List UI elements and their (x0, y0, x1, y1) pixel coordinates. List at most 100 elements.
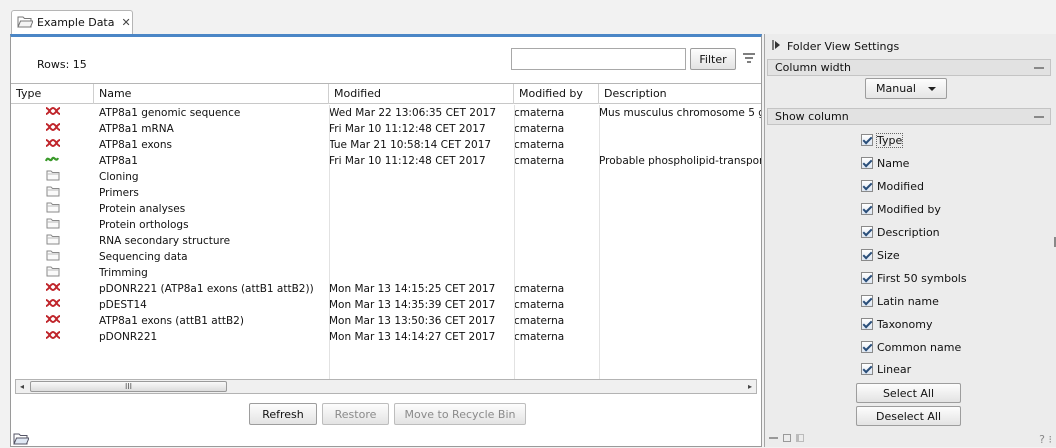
column-header-modified[interactable]: Modified (329, 84, 514, 104)
show-column-description[interactable]: Description (861, 224, 940, 240)
settings-header[interactable]: Folder View Settings (772, 40, 899, 53)
type-cell (11, 313, 94, 329)
show-column-name[interactable]: Name (861, 155, 909, 171)
dna-sequence-icon (45, 121, 61, 137)
name-cell: ATP8a1 exons (99, 139, 172, 151)
scroll-right-arrow-icon[interactable]: ▸ (744, 380, 756, 393)
type-cell (11, 281, 94, 297)
column-header-name[interactable]: Name (94, 84, 329, 104)
description-cell (599, 169, 761, 185)
show-column-section[interactable]: Show column (767, 108, 1051, 125)
minimize-icon[interactable] (1034, 67, 1044, 69)
show-column-modified[interactable]: Modified (861, 178, 924, 194)
window-icon[interactable] (783, 434, 791, 442)
table-row[interactable]: Protein analyses (11, 201, 761, 217)
horizontal-scrollbar[interactable]: ◂ III ▸ (15, 379, 757, 394)
column-header-description[interactable]: Description (599, 84, 761, 104)
show-column-first-50-symbols[interactable]: First 50 symbols (861, 270, 967, 286)
checkbox-checked-icon[interactable] (861, 295, 873, 307)
checkbox-checked-icon[interactable] (861, 226, 873, 238)
dna-sequence-icon (45, 329, 61, 345)
checkbox-checked-icon[interactable] (861, 272, 873, 284)
show-column-common-name[interactable]: Common name (861, 339, 961, 355)
filter-options-icon[interactable] (743, 50, 755, 66)
folder-icon (46, 265, 60, 281)
description-cell (599, 329, 761, 345)
scrollbar-thumb[interactable]: III (30, 381, 227, 392)
description-cell: Mus musculus chromosome 5 gen (599, 107, 761, 119)
pin-icon[interactable] (796, 434, 804, 442)
modified-by-cell (514, 217, 596, 233)
checkbox-checked-icon[interactable] (861, 157, 873, 169)
collapse-panel-icon[interactable] (772, 40, 781, 53)
table-row[interactable]: RNA secondary structure (11, 233, 761, 249)
modified-cell: Mon Mar 13 14:14:27 CET 2017 (329, 331, 496, 343)
minimize-icon[interactable] (769, 437, 778, 439)
modified-by-cell: cmaterna (514, 155, 565, 167)
chevron-down-icon (928, 87, 936, 91)
modified-cell: Wed Mar 22 13:06:35 CET 2017 (329, 107, 497, 119)
restore-button[interactable]: Restore (322, 403, 389, 425)
table-row[interactable]: Sequencing data (11, 249, 761, 265)
tab-example-data[interactable]: Example Data ✕ (11, 10, 133, 34)
checkbox-checked-icon[interactable] (861, 249, 873, 261)
deselect-all-button[interactable]: Deselect All (856, 406, 961, 426)
table-row[interactable]: Protein orthologs (11, 217, 761, 233)
checkbox-label: Latin name (877, 294, 939, 308)
table-row[interactable]: pDEST14 Mon Mar 13 14:35:39 CET 2017 cmate… (11, 297, 761, 313)
scroll-left-arrow-icon[interactable]: ◂ (16, 380, 28, 393)
table-row[interactable]: ATP8a1 genomic sequence Wed Mar 22 13:06:… (11, 105, 761, 121)
table-row[interactable]: Primers (11, 185, 761, 201)
checkbox-checked-icon[interactable] (861, 134, 873, 146)
checkbox-label: Linear (877, 362, 912, 376)
table-row[interactable]: ATP8a1 exons (attB1 attB2) Mon Mar 13 13:… (11, 313, 761, 329)
name-cell: pDEST14 (99, 299, 147, 311)
filter-input[interactable] (511, 48, 686, 70)
move-to-recycle-bin-button[interactable]: Move to Recycle Bin (394, 403, 526, 425)
checkbox-checked-icon[interactable] (861, 341, 873, 353)
show-column-type[interactable]: Type (861, 132, 904, 148)
description-cell (599, 121, 761, 137)
table-row[interactable]: Trimming (11, 265, 761, 281)
show-column-linear[interactable]: Linear (861, 361, 911, 377)
table-row[interactable]: ATP8a1 mRNA Fri Mar 10 11:12:48 CET 2017 c… (11, 121, 761, 137)
folder-icon (46, 217, 60, 233)
column-width-dropdown[interactable]: Manual (865, 78, 947, 99)
checkbox-checked-icon[interactable] (861, 318, 873, 330)
table-row[interactable]: pDONR221 Mon Mar 13 14:14:27 CET 2017 cmat… (11, 329, 761, 345)
show-column-size[interactable]: Size (861, 247, 900, 263)
minimize-icon[interactable] (1034, 116, 1044, 118)
checkbox-checked-icon[interactable] (861, 363, 873, 375)
dna-sequence-icon (45, 297, 61, 313)
name-cell: Protein orthologs (99, 219, 189, 231)
modified-cell: Fri Mar 10 11:12:48 CET 2017 (329, 123, 486, 135)
checkbox-checked-icon[interactable] (861, 180, 873, 192)
column-header-modified-by[interactable]: Modified by (514, 84, 599, 104)
name-cell: pDONR221 (99, 331, 158, 343)
show-column-taxonomy[interactable]: Taxonomy (861, 316, 932, 332)
description-cell (599, 281, 761, 297)
column-header-type[interactable]: Type (11, 84, 94, 104)
refresh-button[interactable]: Refresh (249, 403, 317, 425)
checkbox-checked-icon[interactable] (861, 203, 873, 215)
table-row[interactable]: ATP8a1 Fri Mar 10 11:12:48 CET 2017 cmater… (11, 153, 761, 169)
show-column-modified-by[interactable]: Modified by (861, 201, 941, 217)
checkbox-label: Description (877, 225, 940, 239)
close-icon[interactable]: ✕ (121, 16, 130, 29)
open-folder-icon[interactable] (13, 432, 30, 448)
select-all-button[interactable]: Select All (856, 383, 961, 403)
table-row[interactable]: pDONR221 (ATP8a1 exons (attB1 attB2)) Mon… (11, 281, 761, 297)
type-cell (11, 137, 94, 153)
show-column-latin-name[interactable]: Latin name (861, 293, 939, 309)
table-row[interactable]: Cloning (11, 169, 761, 185)
modified-cell (329, 185, 509, 201)
type-cell (11, 201, 94, 217)
help-icon[interactable]: ? ⁝ (1039, 433, 1052, 446)
column-width-section[interactable]: Column width (767, 59, 1051, 76)
table-row[interactable]: ATP8a1 exons Tue Mar 21 10:58:14 CET 2017… (11, 137, 761, 153)
type-cell (11, 153, 94, 169)
type-cell (11, 249, 94, 265)
filter-button[interactable]: Filter (690, 48, 736, 70)
folder-icon (17, 15, 34, 31)
modified-cell: Fri Mar 10 11:12:48 CET 2017 (329, 155, 486, 167)
